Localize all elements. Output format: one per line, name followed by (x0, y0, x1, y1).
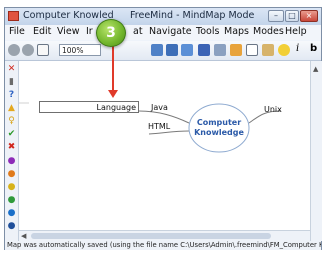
bold-button[interactable]: b (310, 43, 317, 54)
freemind-window: Computer Knowled FreeMind - MindMap Mode… (4, 7, 322, 250)
close-button[interactable]: × (300, 10, 318, 22)
save-icon[interactable] (166, 44, 178, 56)
menu-bar: File Edit View Ir at Navigate Tools Maps… (5, 25, 321, 40)
lightbulb-icon[interactable]: ♀ (7, 117, 16, 126)
cancel-icon[interactable]: ✖ (7, 143, 16, 152)
new-map-icon[interactable] (37, 44, 49, 56)
question-icon[interactable]: ? (7, 91, 16, 100)
icon-sidebar: ✕ ▮ ? ▲ ♀ ✔ ✖ ● ● ● ● ● ● (5, 61, 19, 241)
scroll-thumb[interactable] (31, 233, 271, 239)
menu-help[interactable]: Help (285, 26, 307, 37)
copy-icon[interactable] (246, 44, 258, 56)
redo-icon[interactable] (214, 44, 226, 56)
zoom-select[interactable]: 100% (59, 44, 101, 56)
node-html[interactable]: HTML (148, 122, 170, 131)
title-bar[interactable]: Computer Knowled FreeMind - MindMap Mode… (5, 8, 321, 25)
priority-3-icon[interactable]: ● (7, 183, 16, 192)
connector-lines (19, 102, 282, 153)
menu-file[interactable]: File (9, 26, 25, 37)
italic-button[interactable]: i (296, 43, 299, 54)
menu-maps[interactable]: Maps (224, 26, 249, 37)
toolbar: 100% i b (5, 41, 321, 61)
check-icon[interactable]: ✔ (7, 130, 16, 139)
priority-5-icon[interactable]: ● (7, 209, 16, 218)
menu-edit[interactable]: Edit (33, 26, 51, 37)
node-edit-field[interactable]: Language (39, 101, 139, 113)
vertical-scrollbar[interactable]: ▲ (310, 61, 322, 241)
maximize-button[interactable]: □ (285, 10, 299, 22)
root-node-line1[interactable]: Computer (187, 118, 251, 128)
menu-modes[interactable]: Modes (253, 26, 284, 37)
idea-icon[interactable] (278, 44, 290, 56)
warning-icon[interactable]: ▲ (7, 104, 16, 113)
priority-1-icon[interactable]: ● (7, 157, 16, 166)
node-unix[interactable]: Unix (264, 105, 282, 114)
node-java[interactable]: Java (151, 103, 168, 112)
menu-insert[interactable]: Ir (86, 26, 93, 37)
scroll-up-icon[interactable]: ▲ (313, 65, 318, 73)
root-node-line2[interactable]: Knowledge (187, 128, 251, 138)
status-bar: Map was automatically saved (using the f… (5, 241, 321, 250)
priority-6-icon[interactable]: ● (7, 222, 16, 231)
priority-4-icon[interactable]: ● (7, 196, 16, 205)
window-title-suffix: FreeMind - MindMap Mode (130, 10, 255, 21)
menu-format[interactable]: at (133, 26, 143, 37)
paste-icon[interactable] (262, 44, 274, 56)
save-as-icon[interactable] (181, 44, 193, 56)
trash-icon[interactable]: ▮ (7, 78, 16, 87)
forward-icon[interactable] (22, 44, 34, 56)
menu-tools[interactable]: Tools (196, 26, 219, 37)
remove-icon[interactable]: ✕ (7, 65, 16, 74)
cut-icon[interactable] (230, 44, 242, 56)
undo-icon[interactable] (198, 44, 210, 56)
back-icon[interactable] (8, 44, 20, 56)
menu-navigate[interactable]: Navigate (149, 26, 192, 37)
step-number-badge: 3 (96, 19, 126, 47)
menu-view[interactable]: View (57, 26, 80, 37)
node-edit-value: Language (96, 103, 136, 112)
scroll-left-icon[interactable]: ◀ (21, 232, 26, 240)
open-icon[interactable] (151, 44, 163, 56)
minimize-button[interactable]: – (268, 10, 284, 22)
window-title: Computer Knowled (23, 10, 114, 21)
priority-2-icon[interactable]: ● (7, 170, 16, 179)
mindmap-canvas[interactable]: Computer Knowledge Java HTML Unix (19, 61, 310, 241)
freemind-app-icon (8, 11, 19, 21)
